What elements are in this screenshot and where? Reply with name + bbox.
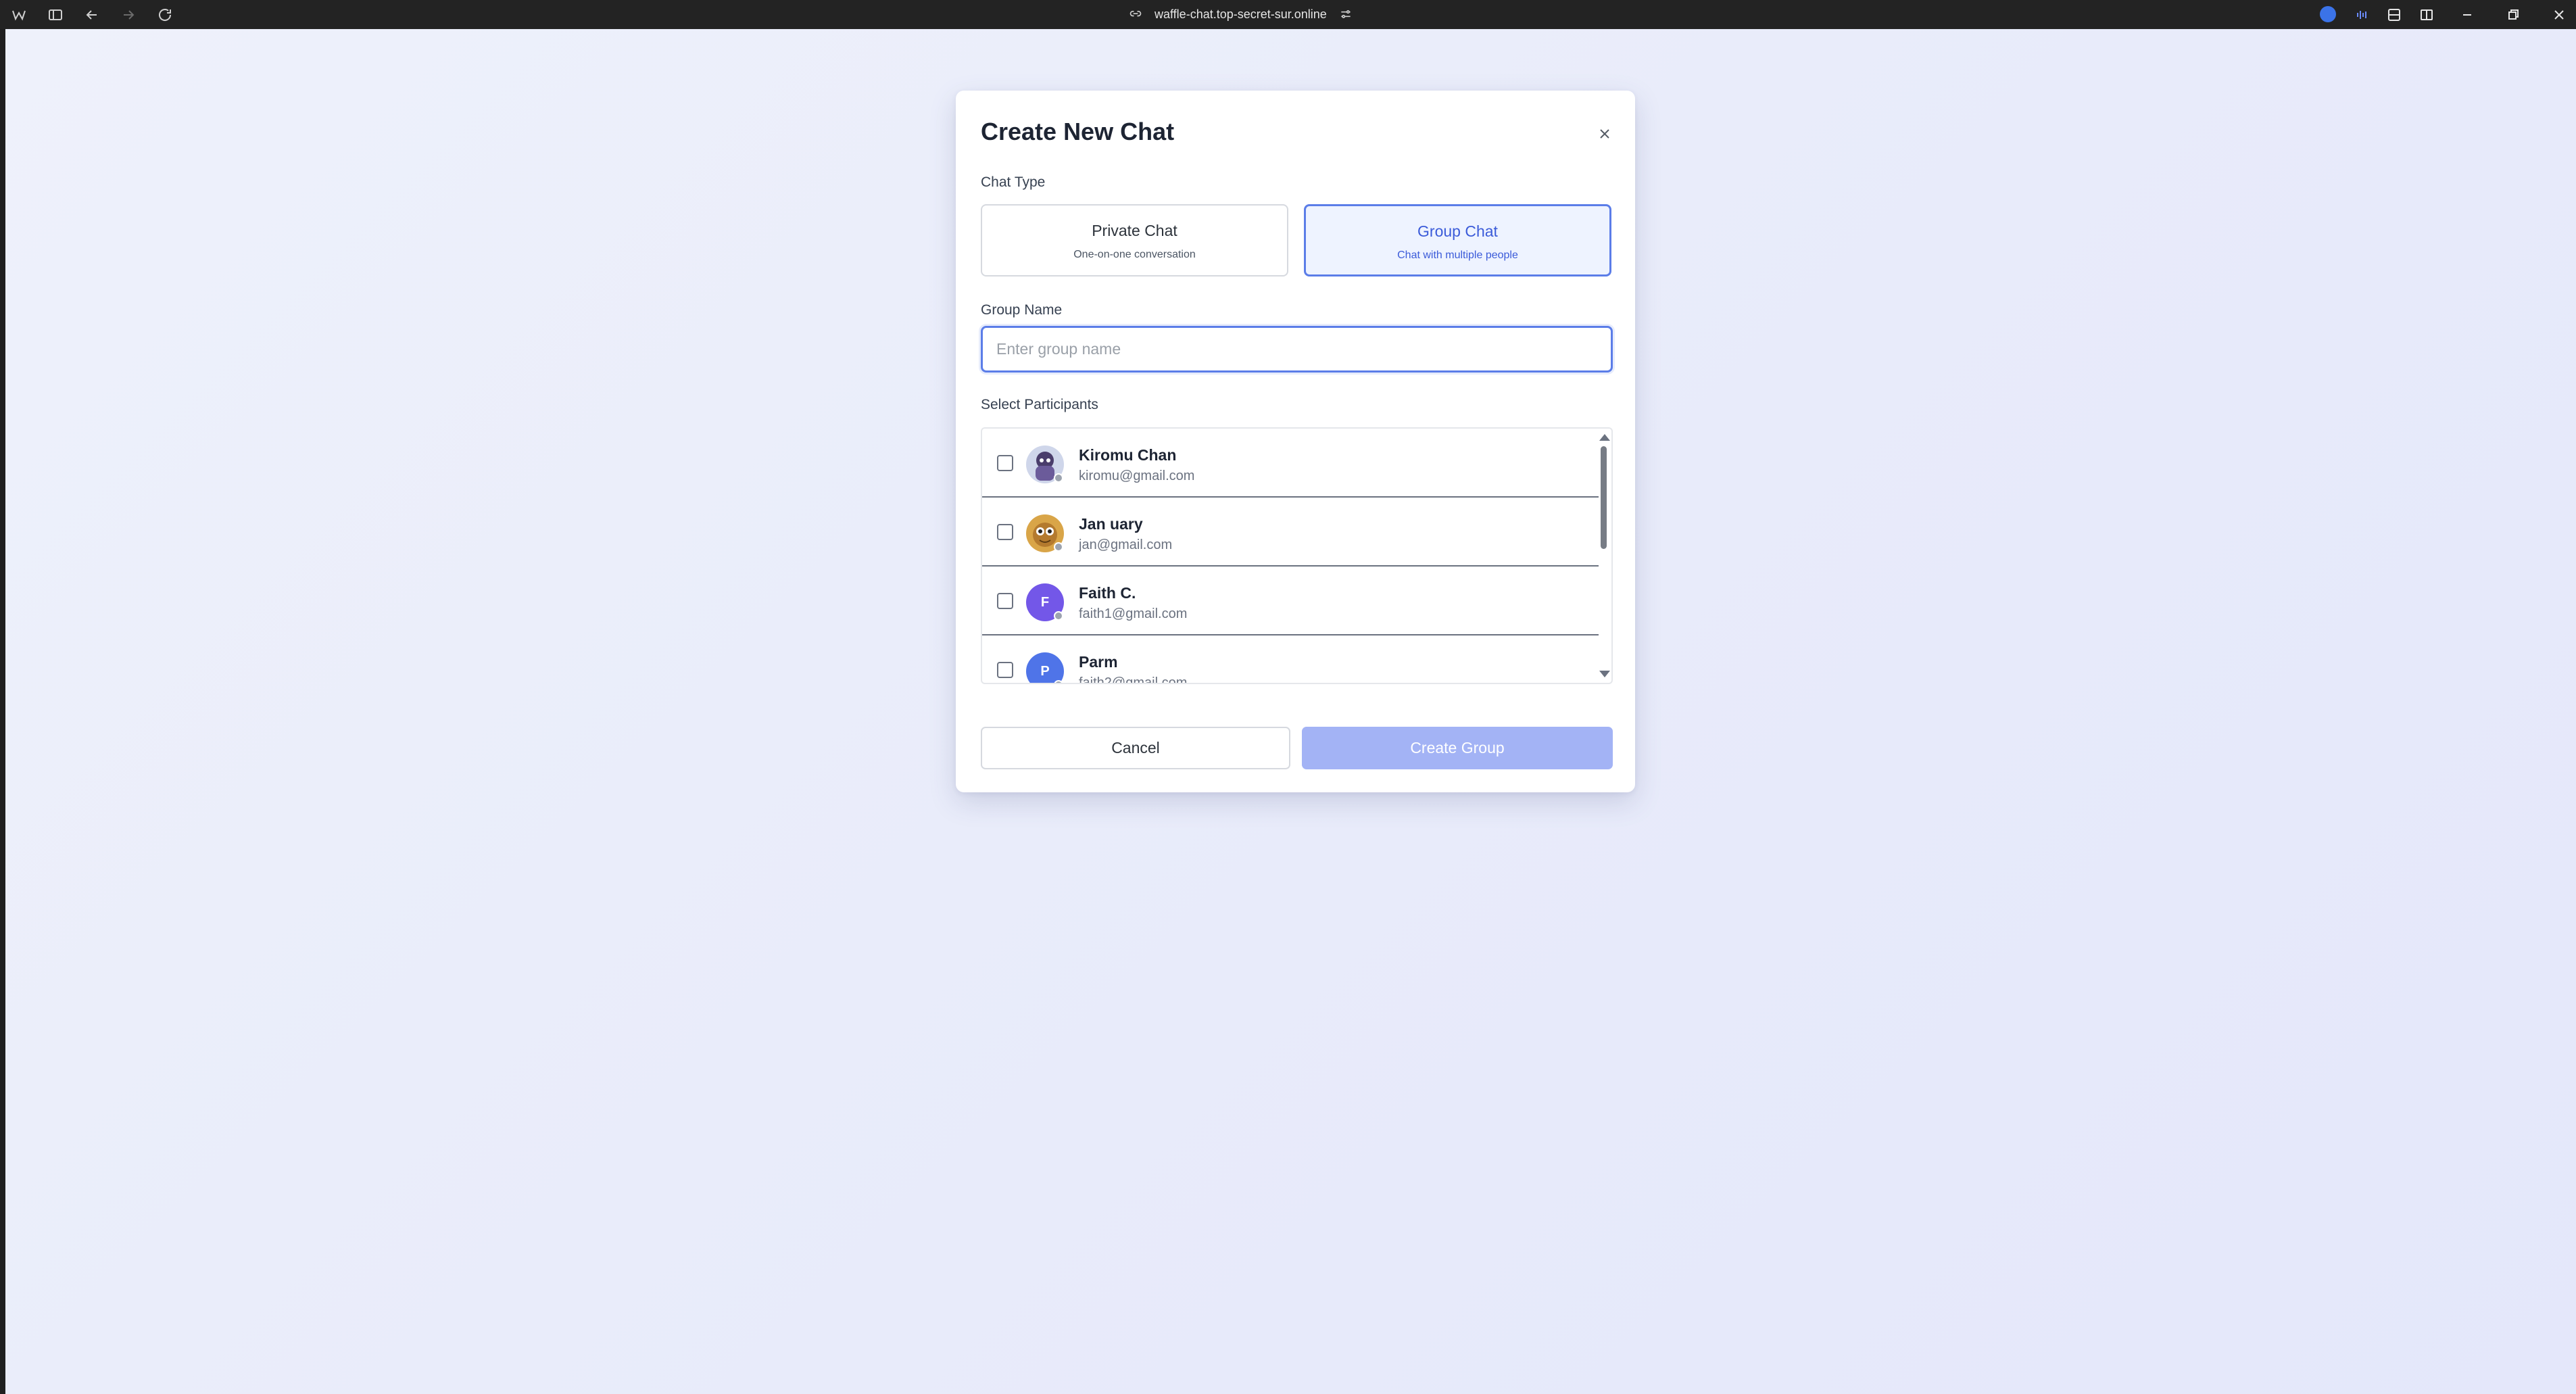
back-icon[interactable] (82, 5, 101, 24)
create-chat-modal: Create New Chat Chat Type Private Chat O… (956, 91, 1635, 792)
avatar: P (1026, 652, 1064, 683)
audio-icon[interactable] (2352, 5, 2371, 24)
modal-title: Create New Chat (981, 118, 1175, 145)
participant-checkbox[interactable] (997, 455, 1013, 471)
private-chat-option[interactable]: Private Chat One-on-one conversation (981, 204, 1288, 277)
page-background: Create New Chat Chat Type Private Chat O… (5, 29, 2576, 1394)
participant-row[interactable]: F Faith C. faith1@gmail.com (982, 567, 1599, 635)
group-chat-option[interactable]: Group Chat Chat with multiple people (1304, 204, 1611, 277)
scroll-up-arrow-icon[interactable] (1599, 434, 1610, 441)
forward-icon[interactable] (119, 5, 138, 24)
sidebar-toggle-icon[interactable] (46, 5, 65, 24)
participant-row[interactable]: Kiromu Chan kiromu@gmail.com (982, 429, 1599, 498)
restore-icon[interactable] (2504, 5, 2523, 24)
split-view-icon[interactable] (2417, 5, 2436, 24)
participant-name: Parm (1079, 653, 1118, 671)
browser-logo-icon[interactable] (9, 5, 28, 24)
reload-icon[interactable] (155, 5, 174, 24)
participant-email: faith2@gmail.com (1079, 675, 1188, 684)
group-chat-subtitle: Chat with multiple people (1397, 249, 1518, 261)
cancel-button[interactable]: Cancel (981, 727, 1290, 769)
participant-name: Kiromu Chan (1079, 446, 1177, 464)
participant-checkbox[interactable] (997, 593, 1013, 609)
participants-scrollbar[interactable] (1598, 429, 1611, 683)
private-chat-subtitle: One-on-one conversation (1073, 249, 1196, 260)
url-text: waffle-chat.top-secret-sur.online (1155, 7, 1327, 21)
extension-shield-icon[interactable] (2320, 6, 2336, 22)
scroll-down-arrow-icon[interactable] (1599, 671, 1610, 677)
participants-label: Select Participants (981, 397, 1098, 412)
group-name-label: Group Name (981, 302, 1063, 318)
chat-type-label: Chat Type (981, 174, 1046, 190)
status-indicator (1054, 473, 1063, 483)
participant-email: kiromu@gmail.com (1079, 468, 1195, 483)
scrollbar-thumb[interactable] (1601, 446, 1607, 549)
participant-checkbox[interactable] (997, 662, 1013, 678)
status-indicator (1054, 542, 1063, 552)
participant-name: Faith C. (1079, 584, 1136, 602)
private-chat-title: Private Chat (1092, 222, 1177, 239)
participant-name: Jan uary (1079, 515, 1143, 533)
participant-email: faith1@gmail.com (1079, 606, 1188, 621)
group-name-input[interactable] (981, 326, 1613, 372)
close-icon (1600, 129, 1609, 139)
status-indicator (1054, 611, 1063, 621)
status-indicator (1054, 680, 1063, 683)
site-settings-icon[interactable] (1339, 7, 1353, 21)
group-chat-title: Group Chat (1417, 222, 1498, 240)
close-modal-button[interactable] (1591, 120, 1618, 147)
close-window-icon[interactable] (2550, 5, 2569, 24)
browser-titlebar: waffle-chat.top-secret-sur.online (0, 0, 2576, 29)
address-bar[interactable]: waffle-chat.top-secret-sur.online (1129, 4, 1353, 24)
participant-checkbox[interactable] (997, 524, 1013, 540)
participant-email: jan@gmail.com (1079, 537, 1173, 552)
participant-row[interactable]: Jan uary jan@gmail.com (982, 498, 1599, 567)
link-icon (1129, 11, 1142, 17)
participant-row[interactable]: P Parm faith2@gmail.com (982, 635, 1599, 684)
create-group-button[interactable]: Create Group (1302, 727, 1613, 769)
participants-list: Kiromu Chan kiromu@gmail.com Jan uary ja… (981, 427, 1613, 684)
minimize-icon[interactable] (2458, 5, 2477, 24)
extension-icon[interactable] (2385, 5, 2404, 24)
